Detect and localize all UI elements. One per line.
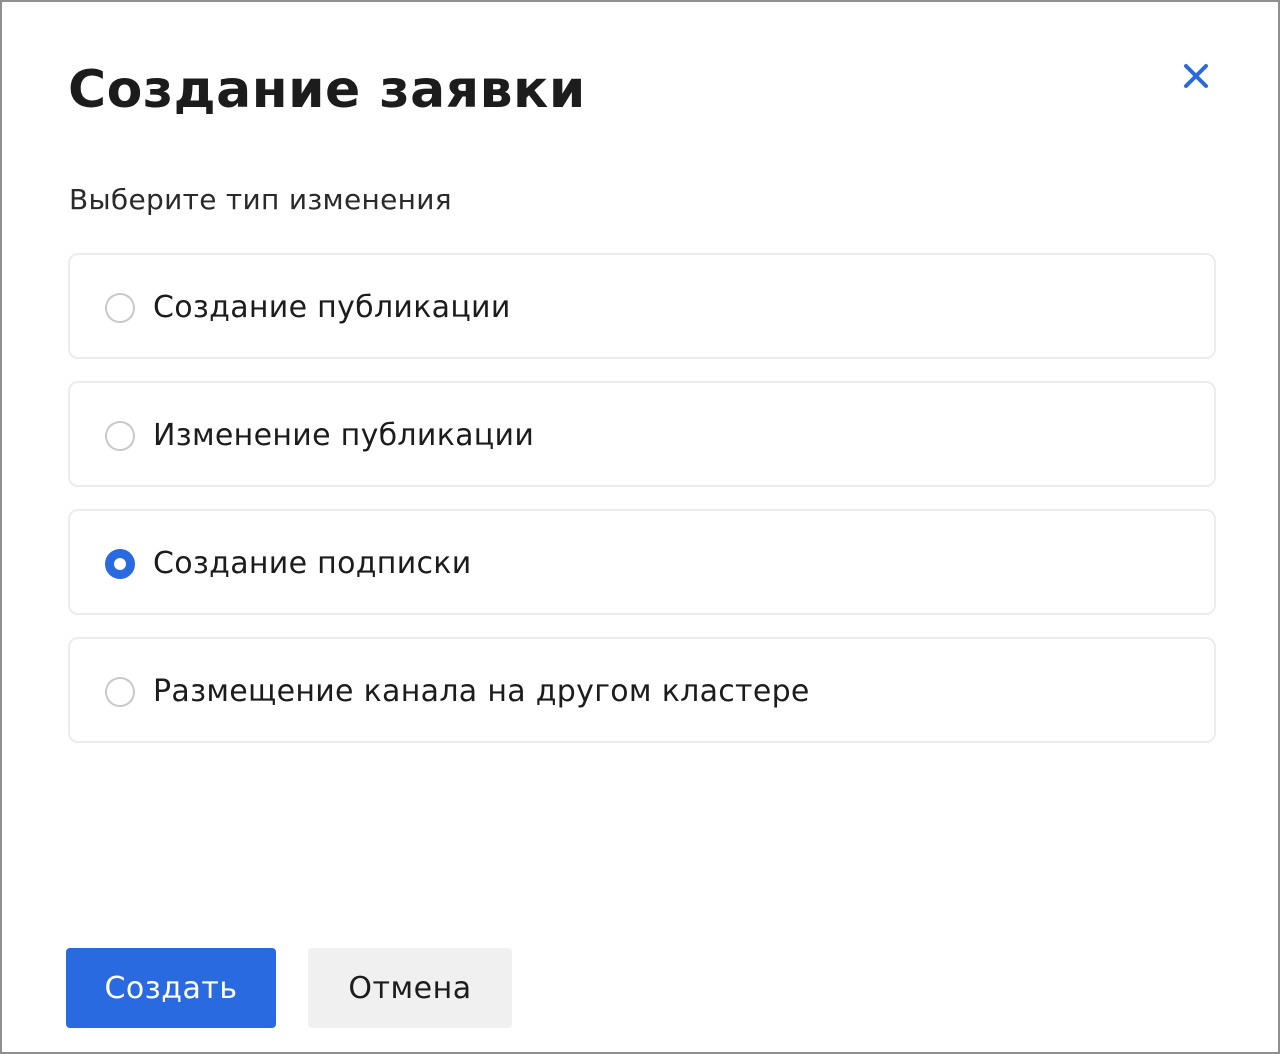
radio-button[interactable] xyxy=(105,293,135,323)
option-create-publication[interactable]: Создание публикации xyxy=(68,253,1216,359)
create-button[interactable]: Создать xyxy=(66,948,276,1028)
option-change-publication[interactable]: Изменение публикации xyxy=(68,381,1216,487)
change-type-label: Выберите тип изменения xyxy=(69,183,452,216)
cancel-button[interactable]: Отмена xyxy=(308,948,512,1028)
option-channel-other-cluster[interactable]: Размещение канала на другом кластере xyxy=(68,637,1216,743)
close-icon xyxy=(1184,64,1208,88)
close-button[interactable] xyxy=(1174,56,1218,96)
radio-button[interactable] xyxy=(105,549,135,579)
option-label: Изменение публикации xyxy=(153,418,535,453)
option-label: Создание подписки xyxy=(153,546,472,581)
radio-button[interactable] xyxy=(105,677,135,707)
option-create-subscription[interactable]: Создание подписки xyxy=(68,509,1216,615)
create-request-dialog: Создание заявки Выберите тип изменения С… xyxy=(0,0,1280,1054)
option-label: Размещение канала на другом кластере xyxy=(153,674,810,709)
dialog-title: Создание заявки xyxy=(68,60,586,120)
option-label: Создание публикации xyxy=(153,290,511,325)
radio-button[interactable] xyxy=(105,421,135,451)
